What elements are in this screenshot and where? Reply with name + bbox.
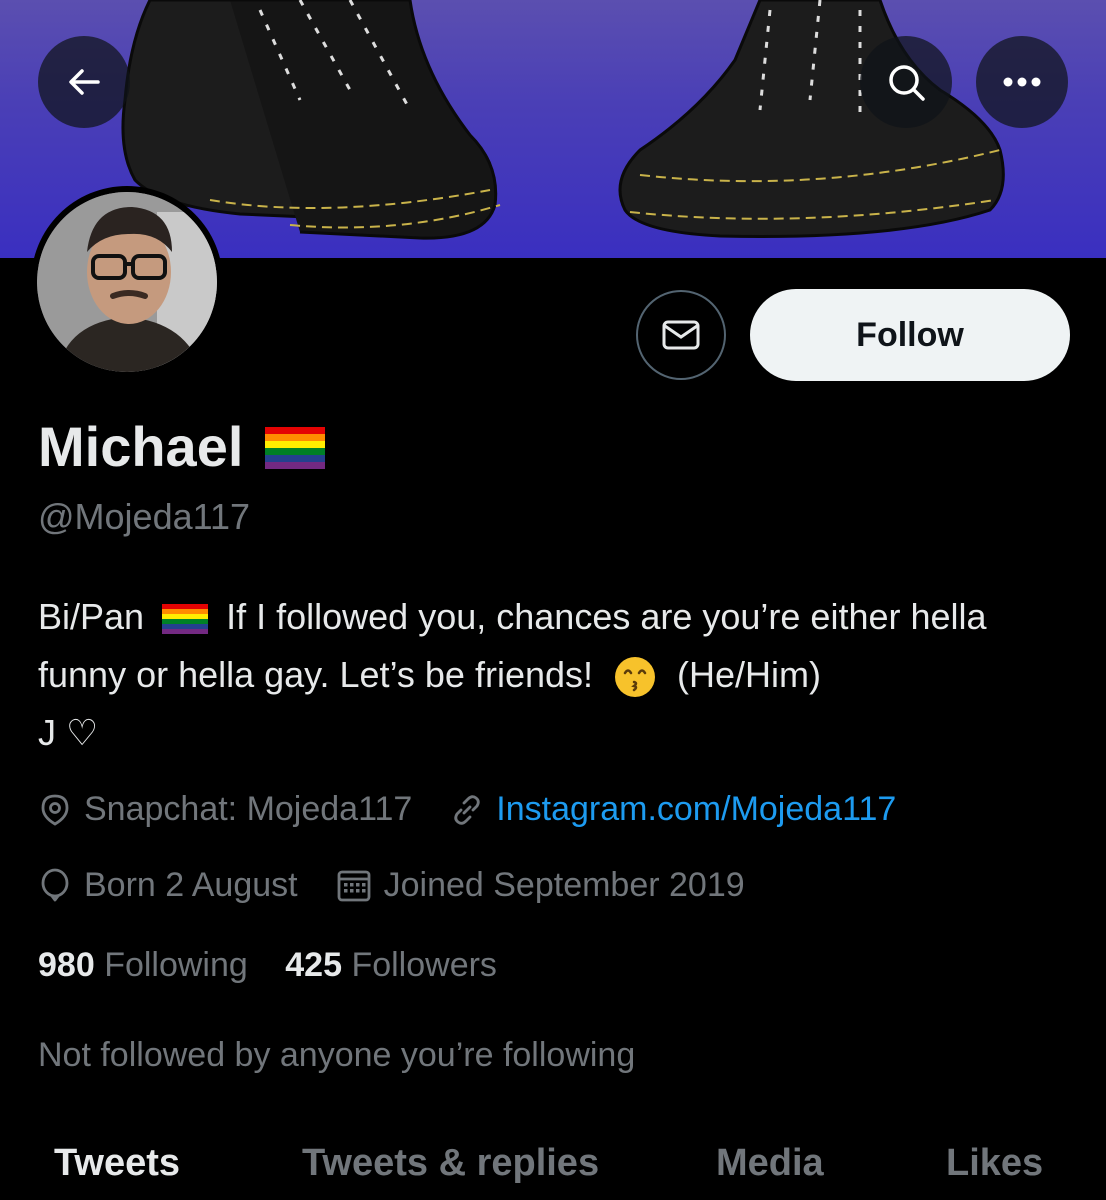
calendar-icon	[337, 870, 371, 901]
birthday-text: Born 2 August	[84, 866, 298, 904]
location-text: Snapchat: Mojeda117	[84, 790, 413, 828]
message-button[interactable]	[636, 290, 726, 380]
followers-label: Followers	[351, 946, 497, 984]
profile-name-row: Michael	[38, 414, 326, 479]
avatar[interactable]	[31, 186, 223, 378]
profile-meta-row-1: Snapchat: Mojeda117 Instagram.com/Mojeda…	[38, 790, 934, 829]
more-icon	[1003, 77, 1041, 87]
joined-text: Joined September 2019	[383, 866, 745, 904]
rainbow-flag-icon	[265, 426, 326, 469]
following-label: Following	[104, 946, 248, 984]
social-context-text: Not followed by anyone you’re following	[38, 1036, 636, 1074]
follow-stats: 980 Following 425 Followers	[38, 946, 497, 985]
search-button[interactable]	[860, 36, 952, 128]
profile-tabs: Tweets Tweets & replies Media Likes	[0, 1138, 1106, 1200]
rainbow-flag-icon	[162, 604, 209, 635]
avatar-portrait-image	[37, 192, 217, 372]
kissing-face-emoji-icon	[615, 657, 656, 698]
location-pin-icon	[41, 794, 69, 826]
website-item[interactable]: Instagram.com/Mojeda117	[450, 790, 896, 829]
birthday-item: Born 2 August	[38, 866, 298, 905]
following-count: 980	[38, 946, 95, 984]
tab-tweets[interactable]: Tweets	[54, 1142, 180, 1185]
following-stat[interactable]: 980 Following	[38, 946, 248, 984]
tab-likes[interactable]: Likes	[946, 1142, 1043, 1185]
profile-bio: Bi/Pan If I followed you, chances are yo…	[38, 588, 1078, 762]
location-item: Snapchat: Mojeda117	[38, 790, 412, 829]
followers-stat[interactable]: 425 Followers	[285, 946, 497, 984]
profile-handle: @Mojeda117	[38, 496, 251, 537]
joined-item: Joined September 2019	[336, 866, 745, 905]
tab-tweets-replies[interactable]: Tweets & replies	[302, 1142, 599, 1185]
balloon-icon	[41, 868, 69, 901]
bio-text-4: J ♡	[38, 712, 99, 753]
bio-text-3: (He/Him)	[677, 654, 822, 695]
follow-button[interactable]: Follow	[750, 289, 1070, 381]
arrow-left-icon	[69, 69, 100, 95]
bio-text-1: Bi/Pan	[38, 596, 145, 637]
website-link[interactable]: Instagram.com/Mojeda117	[496, 790, 896, 829]
avatar-photo	[37, 192, 217, 372]
tab-media[interactable]: Media	[716, 1142, 824, 1185]
search-icon	[889, 65, 925, 101]
link-icon	[454, 794, 480, 825]
followers-count: 425	[285, 946, 342, 984]
profile-name: Michael	[38, 415, 244, 478]
profile-meta-row-2: Born 2 August Joined September 2019	[38, 866, 783, 905]
envelope-icon	[662, 320, 700, 350]
more-button[interactable]	[976, 36, 1068, 128]
back-button[interactable]	[38, 36, 130, 128]
